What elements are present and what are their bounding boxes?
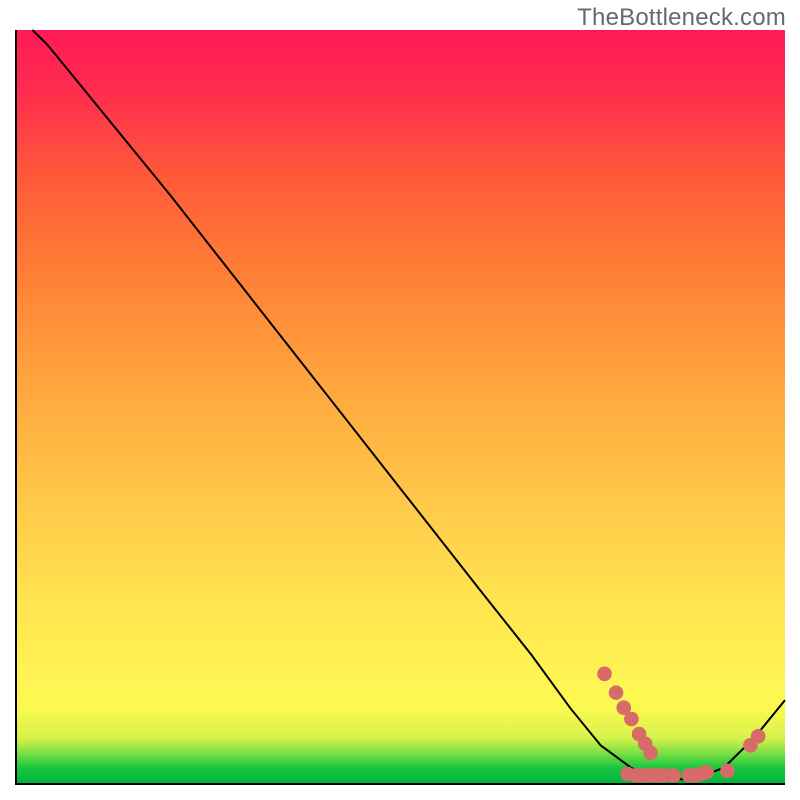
- data-marker: [720, 764, 735, 779]
- data-marker: [609, 685, 624, 700]
- overlay-svg: [17, 30, 785, 783]
- bottleneck-curve: [32, 30, 785, 779]
- plot-area: [15, 30, 785, 785]
- data-marker: [699, 765, 714, 780]
- chart-container: TheBottleneck.com: [0, 0, 800, 800]
- watermark-text: TheBottleneck.com: [577, 4, 786, 32]
- data-marker: [643, 746, 658, 761]
- data-marker: [597, 667, 612, 682]
- data-markers: [597, 667, 765, 783]
- data-marker: [666, 768, 681, 783]
- data-marker: [751, 729, 766, 744]
- data-marker: [624, 712, 639, 727]
